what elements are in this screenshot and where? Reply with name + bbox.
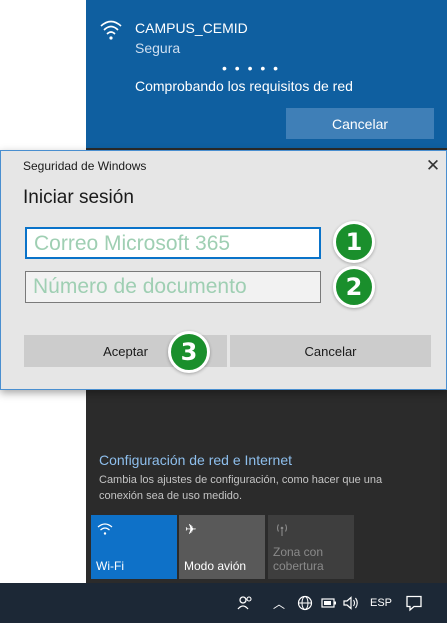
volume-icon[interactable]	[342, 583, 360, 623]
wifi-secured-icon	[100, 20, 122, 40]
document-number-field[interactable]: Número de documento	[25, 271, 321, 303]
sign-in-heading: Iniciar sesión	[23, 187, 134, 208]
battery-glyph-icon	[321, 598, 336, 608]
mobile-hotspot-icon	[276, 524, 288, 536]
email-field[interactable]: Correo Microsoft 365	[25, 227, 321, 259]
chevron-up-icon[interactable]: ︿	[272, 583, 286, 623]
people-glyph-icon	[237, 596, 252, 610]
globe-icon[interactable]	[296, 583, 314, 623]
progress-dots: • • • • •	[222, 60, 281, 76]
dialog-title: Seguridad de Windows	[23, 159, 147, 173]
network-cancel-button[interactable]: Cancelar	[286, 108, 434, 139]
network-settings-link[interactable]: Configuración de red e Internet	[99, 452, 292, 468]
people-icon[interactable]	[234, 583, 256, 623]
mobile-hotspot-tile[interactable]: Zona con cobertura	[268, 515, 354, 579]
cancel-button[interactable]: Cancelar	[230, 335, 431, 367]
airplane-tile-label: Modo avión	[184, 559, 247, 573]
network-security-label: Segura	[135, 40, 181, 56]
airplane-icon: ✈	[185, 521, 197, 537]
close-icon[interactable]: ✕	[424, 157, 442, 175]
network-settings-description: Cambia los ajustes de configuración, com…	[99, 474, 383, 502]
wifi-tile-label: Wi-Fi	[96, 559, 124, 573]
network-status-text: Comprobando los requisitos de red	[135, 78, 353, 94]
wifi-icon	[97, 523, 113, 535]
airplane-mode-tile[interactable]: ✈ Modo avión	[179, 515, 265, 579]
network-ssid: CAMPUS_CEMID	[135, 20, 248, 36]
step-badge-1: 1	[333, 221, 375, 263]
volume-glyph-icon	[343, 596, 358, 610]
battery-icon[interactable]	[321, 583, 337, 623]
notification-glyph-icon	[406, 595, 422, 612]
step-badge-2: 2	[333, 266, 375, 308]
wifi-toggle-tile[interactable]: Wi-Fi	[91, 515, 177, 579]
step-badge-3: 3	[168, 331, 210, 373]
mobile-hotspot-tile-label: Zona con cobertura	[273, 545, 324, 573]
input-language-indicator[interactable]: ESP	[368, 583, 394, 623]
notification-center-icon[interactable]	[404, 583, 424, 623]
globe-glyph-icon	[297, 595, 313, 611]
